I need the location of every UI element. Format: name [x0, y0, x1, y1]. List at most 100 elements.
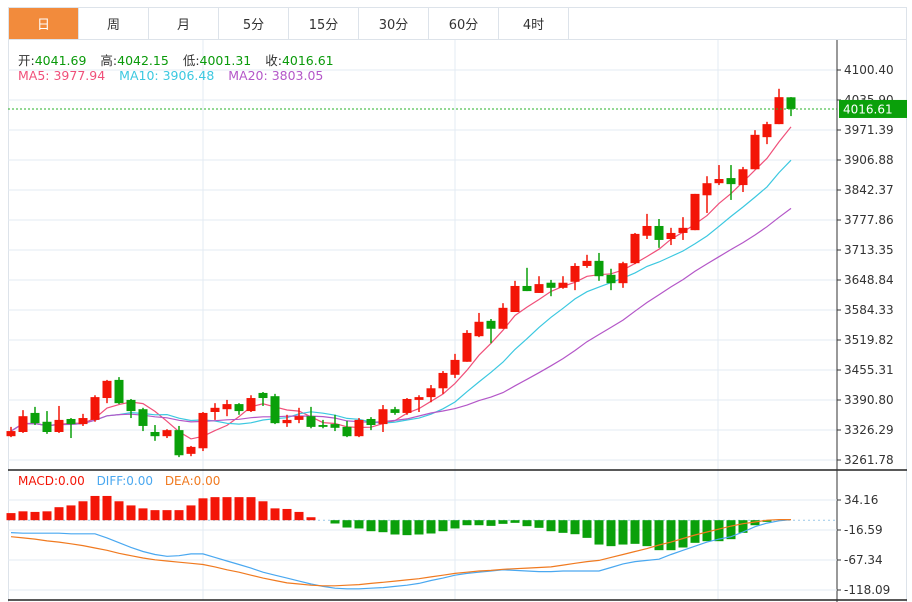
candle-body: [750, 134, 760, 170]
candle-body: [582, 260, 592, 266]
candle-body: [510, 285, 520, 313]
macd-bar: [162, 510, 172, 521]
price-tick-label: 3390.80: [844, 393, 894, 407]
macd-tick-label: 34.16: [844, 493, 878, 507]
candle-body: [114, 379, 124, 404]
low-label: 低:: [182, 53, 200, 68]
candle-body: [630, 233, 640, 264]
macd-bar: [594, 520, 604, 545]
candle-body: [654, 225, 664, 240]
macd-bar: [174, 510, 184, 521]
macd-bar: [510, 520, 520, 523]
macd-bar: [450, 520, 460, 529]
macd-bar: [246, 497, 256, 521]
price-tick-label: 3326.29: [844, 423, 894, 437]
candle-body: [666, 232, 676, 239]
candle-body: [762, 124, 772, 138]
candle-body: [42, 421, 52, 432]
ma20-legend: MA20: 3803.05: [228, 68, 324, 83]
close-label: 收:: [265, 53, 282, 68]
price-tick-label: 3777.86: [844, 213, 894, 227]
ma5-line: [10, 126, 792, 440]
dea-value: DEA:0.00: [164, 474, 221, 488]
candle-body: [258, 392, 268, 399]
candle-body: [162, 430, 172, 437]
macd-bar: [378, 520, 388, 533]
price-tick-label: 3648.84: [844, 273, 894, 287]
candle-body: [66, 418, 76, 425]
candle-body: [282, 419, 292, 424]
macd-bar: [426, 520, 436, 534]
price-tick-label: 3455.31: [844, 363, 894, 377]
candle-body: [498, 307, 508, 329]
candle-body: [318, 425, 328, 427]
macd-bar: [270, 508, 280, 521]
macd-bar: [210, 497, 220, 521]
last-price-label: 4016.61: [843, 102, 893, 116]
macd-bar: [642, 520, 652, 547]
candle-body: [774, 97, 784, 125]
macd-bar: [18, 511, 28, 521]
high-label: 高:: [100, 53, 118, 68]
macd-bar: [78, 501, 88, 521]
price-tick-label: 3519.82: [844, 333, 894, 347]
candle-body: [522, 285, 532, 292]
diff-value: DIFF:0.00: [96, 474, 153, 488]
macd-bar: [462, 520, 472, 526]
candle-body: [306, 416, 316, 427]
macd-legend: MACD:0.00 DIFF:0.00 DEA:0.00: [18, 474, 220, 488]
candle-body: [390, 409, 400, 413]
candle-body: [174, 430, 184, 456]
price-tick-label: 3971.39: [844, 123, 894, 137]
candle-body: [474, 321, 484, 337]
macd-bar: [186, 505, 196, 521]
macd-bar: [570, 520, 580, 535]
kline-chart-canvas[interactable]: 4100.404035.903971.393906.883842.373777.…: [0, 0, 912, 602]
kline-chart-widget: 日周月5分15分30分60分4时 4100.404035.903971.3939…: [0, 0, 912, 602]
candle-body: [738, 169, 748, 186]
macd-bar: [558, 520, 568, 533]
macd-bar: [114, 501, 124, 521]
macd-bar: [234, 497, 244, 521]
high-value: 4042.15: [117, 53, 169, 68]
candle-body: [606, 274, 616, 284]
candle-body: [486, 320, 496, 329]
macd-tick-label: -67.34: [844, 553, 883, 567]
ma10-legend: MA10: 3906.48: [119, 68, 215, 83]
macd-bar: [366, 520, 376, 532]
candle-body: [270, 396, 280, 424]
macd-bar: [630, 520, 640, 544]
macd-tick-label: -16.59: [844, 523, 883, 537]
candle-body: [546, 282, 556, 288]
macd-bar: [102, 495, 112, 521]
candle-body: [198, 412, 208, 449]
candle-body: [210, 407, 220, 412]
macd-bar: [666, 520, 676, 551]
ma-legend: MA5: 3977.94 MA10: 3906.48 MA20: 3803.05: [18, 68, 323, 83]
macd-value: MACD:0.00: [18, 474, 85, 488]
macd-tick-label: -118.09: [844, 583, 890, 597]
low-value: 4001.31: [199, 53, 252, 68]
macd-bar: [6, 513, 16, 521]
macd-bar: [486, 520, 496, 526]
macd-bar: [66, 505, 76, 521]
macd-bar: [150, 510, 160, 521]
macd-bar: [438, 520, 448, 532]
candle-body: [186, 446, 196, 454]
candle-body: [78, 418, 88, 425]
price-tick-label: 3906.88: [844, 153, 894, 167]
candle-body: [138, 409, 148, 426]
candle-body: [594, 260, 604, 277]
macd-bar: [138, 508, 148, 521]
candle-body: [366, 418, 376, 426]
macd-bar: [42, 511, 52, 521]
price-tick-label: 3713.35: [844, 243, 894, 257]
candle-body: [714, 179, 724, 184]
candle-body: [354, 419, 364, 437]
macd-bar: [342, 520, 352, 528]
candle-body: [534, 284, 544, 293]
price-tick-label: 4100.40: [844, 63, 894, 77]
candle-body: [294, 416, 304, 420]
macd-bar: [534, 520, 544, 528]
macd-bar: [546, 520, 556, 532]
